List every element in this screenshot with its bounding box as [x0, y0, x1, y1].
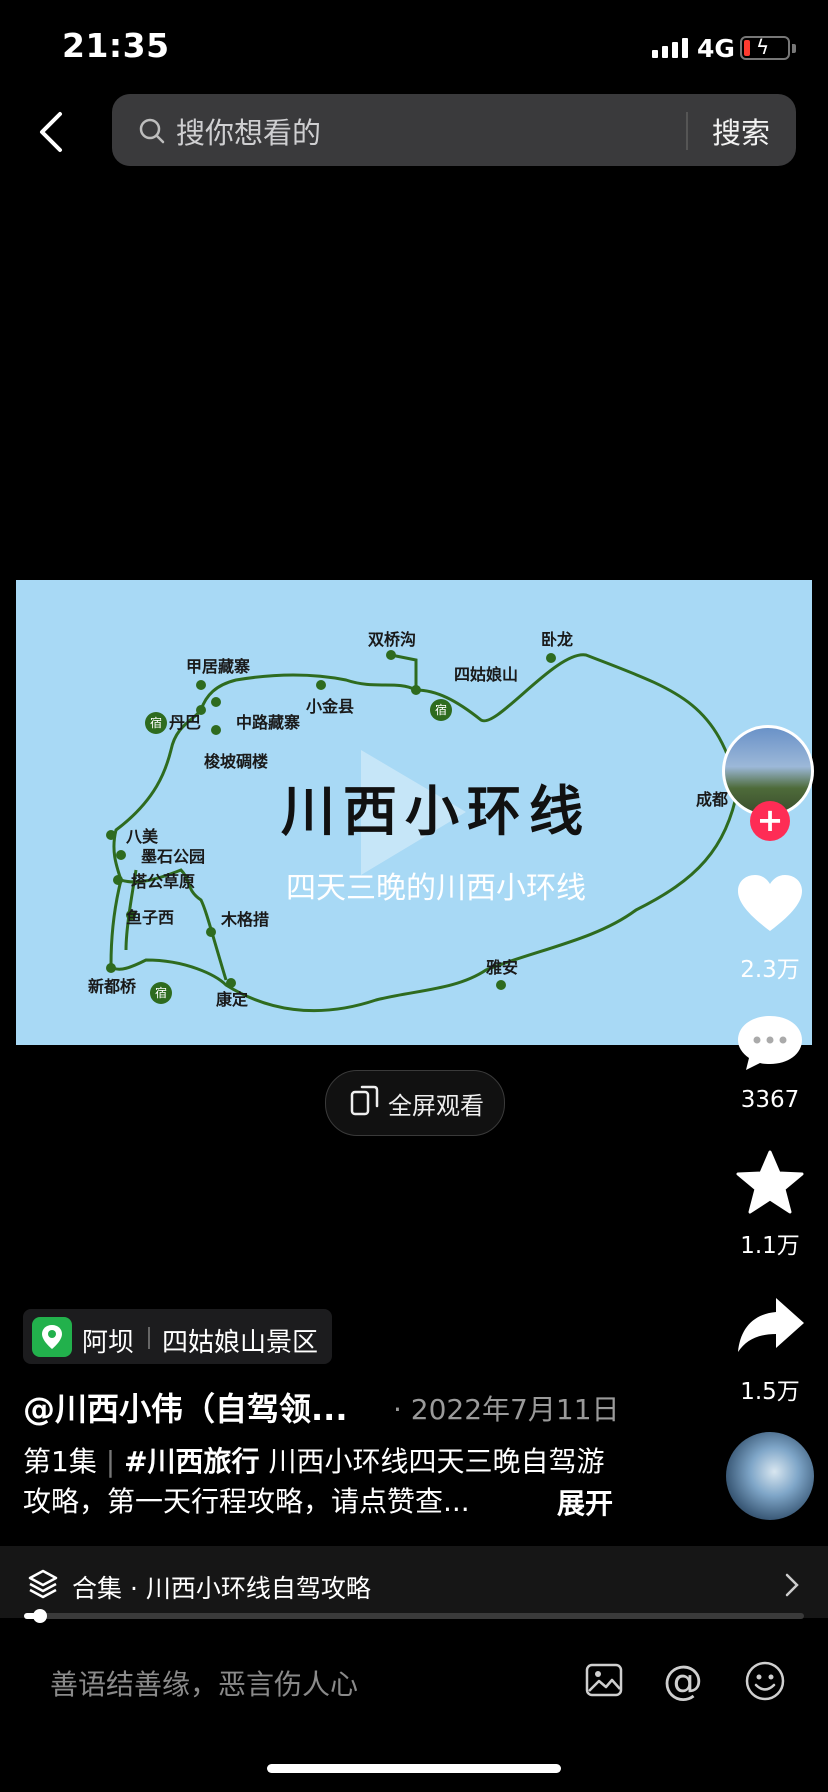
- map-label-siguniangshan: 四姑娘山: [454, 665, 518, 684]
- heart-icon[interactable]: [736, 873, 804, 935]
- hashtag[interactable]: #川西旅行: [124, 1445, 259, 1478]
- map-label-kangding: 康定: [216, 990, 248, 1009]
- map-label-xinduqiao: 新都桥: [88, 977, 137, 996]
- search-divider: [686, 112, 688, 150]
- video-progress-track[interactable]: [24, 1613, 804, 1619]
- comment-icon[interactable]: [736, 1012, 804, 1074]
- location-city: 阿坝: [82, 1328, 135, 1358]
- favorite-count: 1.1万: [740, 1233, 800, 1259]
- map-label-chengdu: 成都: [696, 790, 728, 809]
- episode-label: 第1集: [23, 1445, 97, 1478]
- comment-count: 3367: [740, 1087, 800, 1113]
- map-label-yuzixi: 鱼子西: [126, 908, 174, 927]
- map-label-tagong: 塔公草原: [131, 872, 195, 891]
- network-label: 4G: [697, 34, 735, 63]
- map-label-mugecuo: 木格措: [220, 910, 269, 929]
- follow-button[interactable]: +: [750, 801, 790, 841]
- video-subtitle: 四天三晚的川西小环线: [286, 871, 586, 906]
- map-label-yaan: 雅安: [485, 958, 518, 977]
- map-label-shuangqiaogou: 双桥沟: [368, 630, 416, 649]
- video-player[interactable]: 宿 宿 宿 双桥沟 卧龙 四姑娘山 甲居藏寨 小金县 丹巴 中路藏寨 梭坡碉楼 …: [16, 580, 812, 1045]
- video-title: 川西小环线: [281, 779, 591, 843]
- search-button[interactable]: 搜索: [712, 110, 770, 152]
- map-label-danba: 丹巴: [169, 713, 201, 732]
- search-icon: [139, 118, 165, 144]
- post-date: · 2022年7月11日: [393, 1393, 620, 1426]
- signal-icon: [652, 38, 688, 58]
- layers-icon: [28, 1569, 58, 1599]
- like-count: 2.3万: [740, 957, 800, 983]
- map-label-jiaju: 甲居藏寨: [186, 657, 250, 676]
- video-caption: 第1集 | #川西旅行 川西小环线四天三晚自驾游攻略，第一天行程攻略，请点赞查.…: [23, 1445, 605, 1518]
- video-progress-handle[interactable]: [32, 1609, 47, 1623]
- back-icon[interactable]: [32, 108, 72, 156]
- route-map: 宿 宿 宿 双桥沟 卧龙 四姑娘山 甲居藏寨 小金县 丹巴 中路藏寨 梭坡碉楼 …: [88, 630, 743, 1013]
- battery-icon: ϟ: [740, 35, 790, 60]
- image-icon[interactable]: [584, 1660, 624, 1700]
- emoji-icon[interactable]: [744, 1660, 786, 1702]
- map-label-moshi: 墨石公园: [141, 847, 205, 866]
- share-icon[interactable]: [736, 1296, 806, 1354]
- map-label-suopo: 梭坡碉楼: [204, 752, 268, 771]
- location-pin-icon: [32, 1317, 72, 1357]
- location-divider: [148, 1327, 150, 1349]
- fullscreen-label: 全屏观看: [388, 1092, 484, 1120]
- status-time: 21:35: [62, 26, 170, 65]
- svg-text:宿: 宿: [155, 985, 167, 1000]
- search-input[interactable]: 搜你想看的: [176, 110, 321, 152]
- author-name[interactable]: @川西小伟（自驾领...: [23, 1384, 347, 1430]
- map-label-xiaojin: 小金县: [306, 697, 354, 716]
- svg-text:宿: 宿: [150, 715, 162, 730]
- map-label-zhonglu: 中路藏寨: [236, 713, 300, 732]
- home-indicator: [267, 1764, 561, 1773]
- collection-label: 合集 · 川西小环线自驾攻略: [72, 1574, 371, 1603]
- star-icon[interactable]: [736, 1150, 804, 1214]
- music-disc[interactable]: [726, 1432, 814, 1520]
- map-label-bamei: 八美: [125, 827, 159, 846]
- svg-text:宿: 宿: [435, 702, 447, 717]
- fullscreen-icon: [350, 1085, 379, 1116]
- at-icon[interactable]: @: [663, 1658, 703, 1704]
- battery-tip: [792, 44, 796, 53]
- share-count: 1.5万: [740, 1379, 800, 1405]
- comment-input[interactable]: 善语结善缘，恶言伤人心: [50, 1663, 358, 1703]
- chevron-right-icon: [785, 1573, 799, 1597]
- map-label-wolong: 卧龙: [541, 630, 573, 649]
- expand-button[interactable]: 展开: [557, 1482, 613, 1522]
- location-place: 四姑娘山景区: [162, 1328, 319, 1358]
